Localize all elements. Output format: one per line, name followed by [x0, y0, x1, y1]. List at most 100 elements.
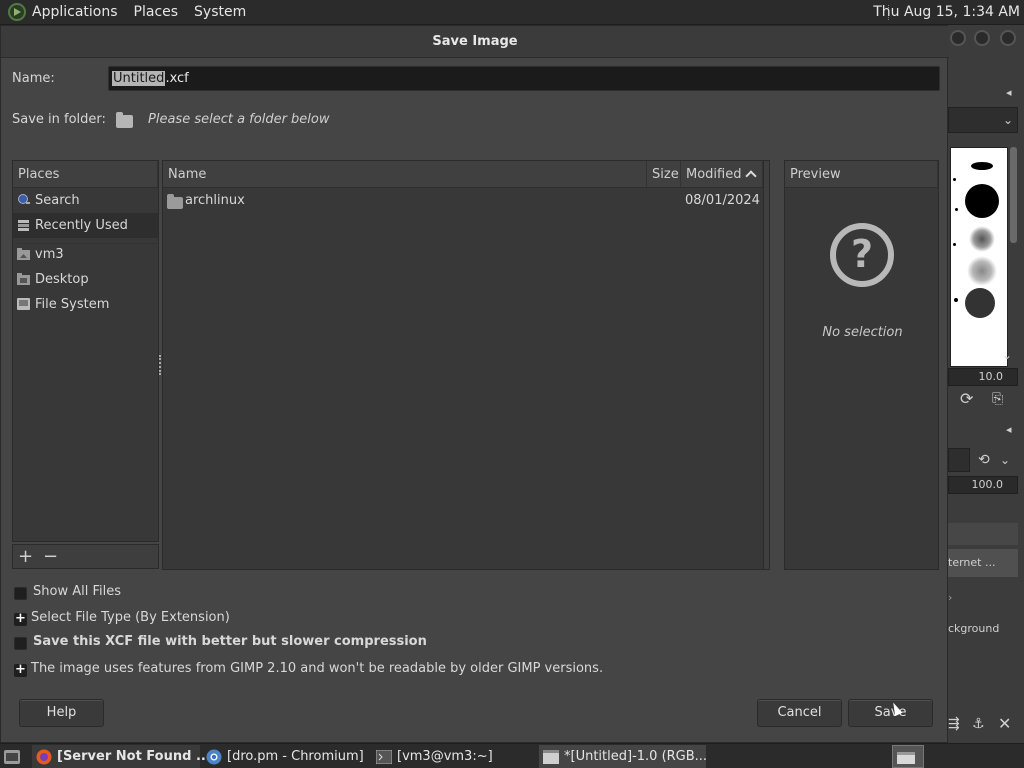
- task-label: [Server Not Found ...: [57, 749, 211, 764]
- select-file-type-expander[interactable]: Select File Type (By Extension): [31, 610, 230, 625]
- sort-ascending-icon: [745, 170, 758, 182]
- menu-applications[interactable]: Applications: [32, 4, 118, 20]
- menu-system[interactable]: System: [194, 4, 246, 20]
- save-in-folder-label: Save in folder:: [12, 112, 106, 127]
- task-label: [dro.pm - Chromium]: [227, 749, 364, 764]
- help-button[interactable]: Help: [19, 699, 104, 727]
- preview-header: Preview: [785, 161, 938, 188]
- gimp-icon: [543, 749, 559, 764]
- layer-stack-icon[interactable]: ⇶: [948, 717, 960, 731]
- place-file-system[interactable]: File System: [13, 292, 158, 317]
- remove-bookmark-button[interactable]: −: [43, 545, 58, 569]
- layer-visibility-icon[interactable]: ›: [948, 591, 952, 604]
- places-sidebar: Places Search Recently Used vm3 Desktop …: [12, 160, 159, 542]
- filename-input[interactable]: Untitled.xcf: [108, 66, 940, 91]
- chevron-down-icon[interactable]: ⌄: [1002, 348, 1012, 362]
- menu-places[interactable]: Places: [134, 4, 179, 20]
- show-all-files-checkbox[interactable]: [14, 587, 27, 600]
- place-desktop[interactable]: Desktop: [13, 267, 158, 292]
- expand-icon[interactable]: +: [14, 663, 27, 677]
- folder-icon: [116, 112, 133, 128]
- drive-icon: [17, 298, 30, 310]
- task-label: *[Untitled]-1.0 (RGB...: [564, 749, 708, 764]
- recent-icon: [18, 220, 29, 231]
- place-recently-used[interactable]: Recently Used: [13, 213, 158, 238]
- task-gimp[interactable]: *[Untitled]-1.0 (RGB...: [539, 745, 708, 768]
- file-name: archlinux: [185, 193, 245, 208]
- terminal-icon: [376, 749, 392, 764]
- file-list-scrollbar[interactable]: [763, 161, 769, 569]
- top-panel: Applications Places System Thu Aug 15, 1…: [0, 0, 1024, 25]
- workspace-icon: [897, 751, 915, 764]
- name-label: Name:: [12, 71, 55, 86]
- filename-selection: Untitled: [112, 71, 166, 86]
- question-mark-icon: ?: [830, 223, 894, 287]
- expand-icon[interactable]: +: [14, 612, 27, 626]
- anchor-layer-icon[interactable]: ⚓: [972, 717, 985, 731]
- file-list: Name Size Modified archlinux 08/01/2024: [162, 160, 770, 570]
- brush-scrollbar[interactable]: [1010, 147, 1017, 243]
- clock[interactable]: Thu Aug 15, 1:34 AM: [873, 4, 1020, 20]
- brush-grid[interactable]: [950, 147, 1008, 367]
- desktop-icon: [17, 273, 30, 285]
- edit-brush-icon[interactable]: ⎘: [992, 392, 1003, 406]
- filename-extension: .xcf: [165, 71, 189, 86]
- compression-checkbox[interactable]: [14, 637, 27, 650]
- save-image-dialog: Save Image Name: Untitled.xcf Save in fo…: [0, 25, 949, 743]
- mode-select[interactable]: [948, 448, 970, 472]
- file-row[interactable]: archlinux 08/01/2024: [163, 188, 761, 214]
- place-label: vm3: [35, 247, 64, 262]
- maximize-window-button[interactable]: [974, 30, 990, 46]
- save-in-folder-value: Please select a folder below: [148, 112, 330, 127]
- file-modified: 08/01/2024: [685, 193, 760, 208]
- delete-layer-icon[interactable]: ✕: [998, 716, 1011, 732]
- layer-name-background[interactable]: ckground: [948, 622, 999, 635]
- place-label: File System: [35, 297, 110, 312]
- layer-row-active[interactable]: ternet ...: [948, 549, 1018, 577]
- chromium-icon: [206, 749, 222, 764]
- column-header-modified[interactable]: Modified: [681, 161, 763, 188]
- dock-menu-icon[interactable]: ◂: [1006, 423, 1012, 437]
- reset-icon[interactable]: ⟲: [978, 453, 990, 467]
- layers-header: [948, 523, 1018, 545]
- add-bookmark-button[interactable]: +: [18, 545, 33, 569]
- firefox-icon: [36, 749, 52, 764]
- column-header-name[interactable]: Name: [163, 161, 647, 188]
- search-icon: [18, 194, 30, 204]
- task-terminal[interactable]: [vm3@vm3:~]: [372, 745, 537, 768]
- minimize-window-button[interactable]: [950, 30, 966, 46]
- folder-icon: [167, 194, 183, 209]
- preview-pane: Preview ? No selection: [784, 160, 939, 570]
- cancel-button[interactable]: Cancel: [757, 699, 842, 727]
- dialog-title: Save Image: [1, 26, 949, 58]
- places-header[interactable]: Places: [13, 161, 158, 188]
- opacity-field[interactable]: 100.0: [948, 476, 1018, 494]
- close-window-button[interactable]: [1000, 30, 1016, 46]
- places-toolbar: + −: [12, 544, 159, 569]
- compatibility-notice-expander[interactable]: The image uses features from GIMP 2.10 a…: [31, 661, 603, 676]
- preview-empty-text: No selection: [822, 325, 903, 340]
- task-label: [vm3@vm3:~]: [397, 749, 493, 764]
- compression-label[interactable]: Save this XCF file with better but slowe…: [33, 634, 427, 649]
- show-all-files-label[interactable]: Show All Files: [33, 584, 121, 599]
- place-label: Search: [35, 193, 80, 208]
- show-desktop-button[interactable]: [0, 745, 28, 768]
- gimp-main-window: ◂ ⌄ ⌄ 10.0 ⟳ ⎘ ◂ ⟲ ⌄ 100.0 ternet ... › …: [948, 25, 1024, 743]
- task-firefox[interactable]: [Server Not Found ...: [32, 745, 211, 768]
- column-header-size[interactable]: Size: [647, 161, 681, 188]
- place-label: Recently Used: [35, 218, 128, 233]
- taskbar: [Server Not Found ... [dro.pm - Chromium…: [0, 743, 1024, 768]
- place-vm3[interactable]: vm3: [13, 242, 158, 267]
- distro-logo-icon[interactable]: [8, 3, 26, 21]
- dock-menu-icon[interactable]: ◂: [1006, 86, 1012, 100]
- column-header-modified-label: Modified: [686, 167, 742, 182]
- workspace-switcher[interactable]: [892, 745, 924, 768]
- chevron-down-icon: ⌄: [1003, 113, 1014, 127]
- spacing-field[interactable]: 10.0: [948, 368, 1018, 386]
- brush-select[interactable]: ⌄: [948, 107, 1018, 133]
- chevron-down-icon[interactable]: ⌄: [1000, 453, 1010, 467]
- home-folder-icon: [17, 248, 30, 260]
- place-search[interactable]: Search: [13, 188, 158, 213]
- task-chromium[interactable]: [dro.pm - Chromium]: [202, 745, 370, 768]
- refresh-icon[interactable]: ⟳: [960, 391, 973, 407]
